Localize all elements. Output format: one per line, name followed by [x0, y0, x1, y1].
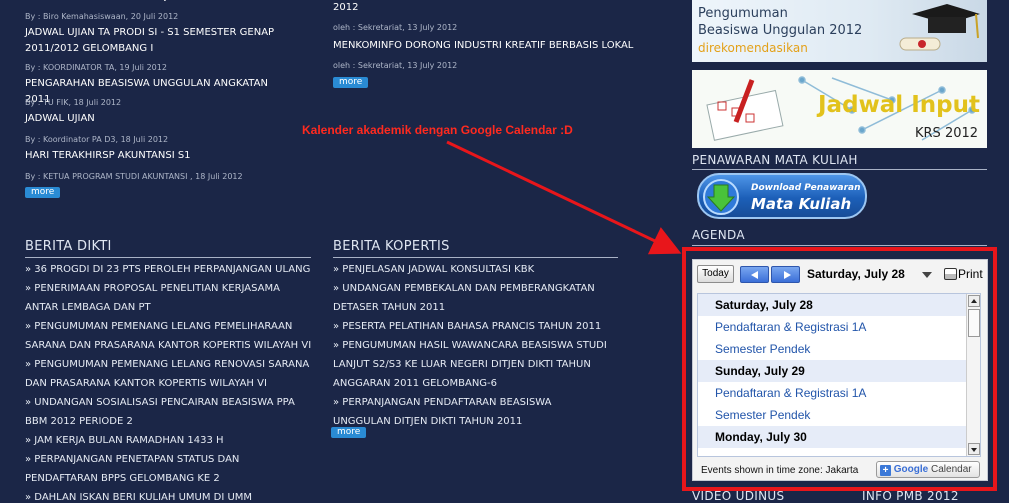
list-item[interactable]: PENGUMUMAN PEMENANG LELANG RENOVASI SARA… [25, 355, 315, 393]
news-headline[interactable]: JADWAL UJIAN [25, 111, 295, 127]
download-icon [703, 179, 739, 215]
more-button[interactable]: more [25, 187, 61, 198]
banner-text: Jadwal Input [818, 92, 980, 118]
chevron-down-icon[interactable] [922, 272, 932, 278]
news-meta: By : KETUA PROGRAM STUDI AKUNTANSI , 18 … [25, 172, 243, 181]
agenda-day-header: Monday, July 30 [698, 426, 980, 448]
banner-beasiswa-unggulan[interactable]: Pengumuman Beasiswa Unggulan 2012 direko… [692, 0, 987, 62]
berita-dikti-list: 36 PROGDI DI 23 PTS PEROLEH PERPANJANGAN… [25, 260, 315, 503]
section-title-agenda: AGENDA [692, 228, 745, 242]
news-item: Calon Penerima Beasiswa Djarum 2012 [25, 0, 295, 5]
section-title-info-pmb: INFO PMB 2012 [862, 489, 959, 503]
current-date-label: Saturday, July 28 [807, 267, 905, 281]
news-meta: oleh : Sekretariat, 13 July 2012 [333, 61, 458, 70]
news-meta: By : Biro Kemahasiswaan, 20 Juli 2012 [25, 12, 179, 21]
list-item[interactable]: PENERIMAAN PROPOSAL PENELITIAN KERJASAMA… [25, 279, 315, 317]
section-title-berita-dikti: BERITA DIKTI [25, 239, 112, 254]
add-to-google-calendar-button[interactable]: + Google Calendar [876, 461, 980, 478]
download-text: Mata Kuliah [751, 195, 852, 213]
graduation-cap-icon [899, 4, 980, 51]
print-label: Print [958, 267, 983, 281]
download-penawaran-button[interactable]: Download Penawaran Mata Kuliah [697, 173, 867, 219]
section-title-berita-kopertis: BERITA KOPERTIS [333, 239, 450, 254]
news-headline[interactable]: Calon Penerima Beasiswa Djarum 2012 [25, 0, 295, 5]
banner-text: Beasiswa Unggulan 2012 [698, 23, 863, 38]
prev-arrow-icon[interactable] [740, 266, 769, 283]
news-headline[interactable]: 2012 [333, 0, 358, 16]
scroll-thumb[interactable] [968, 309, 980, 337]
news-item: By : Biro Kemahasiswaan, 20 Juli 2012 JA… [25, 12, 295, 57]
gcal-label: Calendar [931, 464, 972, 475]
agenda-event[interactable]: Pendaftaran & Registrasi 1A [698, 382, 980, 404]
news-item: By : KETUA PROGRAM STUDI AKUNTANSI , 18 … [25, 172, 295, 181]
list-item[interactable]: PENGUMUMAN HASIL WAWANCARA BEASISWA STUD… [333, 336, 608, 393]
section-divider [25, 257, 311, 258]
scroll-up-icon[interactable] [968, 295, 980, 307]
list-item[interactable]: PENGUMUMAN PEMENANG LELANG PEMELIHARAAN … [25, 317, 315, 355]
section-title-penawaran: PENAWARAN MATA KULIAH [692, 153, 858, 167]
list-item[interactable]: UNDANGAN PEMBEKALAN DAN PEMBERANGKATAN D… [333, 279, 608, 317]
more-button[interactable]: more [333, 77, 369, 88]
news-meta: By : KOORDINATOR TA, 19 Juli 2012 [25, 63, 167, 72]
google-calendar-widget: Today Saturday, July 28 Print Saturday, … [692, 259, 988, 481]
banner-text: Pengumuman [698, 6, 788, 21]
today-button[interactable]: Today [697, 265, 734, 283]
scrollbar[interactable] [966, 294, 980, 456]
news-item: By : TU FIK, 18 Juli 2012 JADWAL UJIAN [25, 98, 295, 127]
section-divider [692, 169, 987, 170]
list-item[interactable]: UNDANGAN SOSIALISASI PENCAIRAN BEASISWA … [25, 393, 315, 431]
plus-icon: + [880, 465, 891, 476]
scroll-down-icon[interactable] [968, 443, 980, 455]
list-item[interactable]: 36 PROGDI DI 23 PTS PEROLEH PERPANJANGAN… [25, 260, 315, 279]
next-arrow-icon[interactable] [771, 266, 800, 283]
list-item[interactable]: PERPANJANGAN PENDAFTARAN BEASISWA UNGGUL… [333, 393, 608, 431]
list-item[interactable]: PESERTA PELATIHAN BAHASA PRANCIS TAHUN 2… [333, 317, 608, 336]
section-divider [692, 245, 987, 246]
agenda-event[interactable]: Semester Pendek [698, 338, 980, 360]
timezone-text: Events shown in time zone: Jakarta [701, 465, 859, 476]
agenda-event[interactable]: Semester Pendek [698, 404, 980, 426]
gcal-brand: Google [893, 464, 929, 475]
list-item[interactable]: DAHLAN ISKAN BERI KULIAH UMUM DI UMM [25, 488, 315, 503]
news-headline[interactable]: JADWAL UJIAN TA PRODI SI - S1 SEMESTER G… [25, 25, 295, 57]
banner-text: direkomendasikan [698, 41, 808, 55]
more-button[interactable]: more [331, 427, 367, 438]
section-title-video: VIDEO UDINUS [692, 489, 785, 503]
list-item[interactable]: PERPANJANGAN PENETAPAN STATUS DAN PENDAF… [25, 450, 315, 488]
download-text: Download Penawaran [751, 183, 861, 193]
section-divider [333, 257, 618, 258]
list-item[interactable]: JAM KERJA BULAN RAMADHAN 1433 H [25, 431, 315, 450]
annotation-text: Kalender akademik dengan Google Calendar… [302, 123, 573, 137]
agenda-day-header: Sunday, July 29 [698, 360, 980, 382]
news-item: By : Koordinator PA D3, 18 Juli 2012 HAR… [25, 135, 295, 164]
berita-kopertis-list: PENJELASAN JADWAL KONSULTASI KBK UNDANGA… [333, 260, 608, 431]
news-meta: By : Koordinator PA D3, 18 Juli 2012 [25, 135, 169, 144]
printer-icon [944, 268, 957, 280]
news-meta: oleh : Sekretariat, 13 July 2012 [333, 23, 458, 32]
agenda-event[interactable]: Pendaftaran & Registrasi 1A [698, 316, 980, 338]
list-item[interactable]: PENJELASAN JADWAL KONSULTASI KBK [333, 260, 608, 279]
news-headline[interactable]: HARI TERAKHIRSP AKUNTANSI S1 [25, 148, 295, 164]
agenda-list: Saturday, July 28 Pendaftaran & Registra… [697, 293, 981, 457]
agenda-day-header: Saturday, July 28 [698, 294, 980, 316]
news-meta: By : TU FIK, 18 Juli 2012 [25, 98, 122, 107]
banner-text: KRS 2012 [915, 126, 979, 141]
print-button[interactable]: Print [944, 267, 983, 281]
banner-jadwal-input-krs[interactable]: Jadwal Input KRS 2012 [692, 70, 987, 148]
news-headline[interactable]: MENKOMINFO DORONG INDUSTRI KREATIF BERBA… [333, 38, 633, 54]
